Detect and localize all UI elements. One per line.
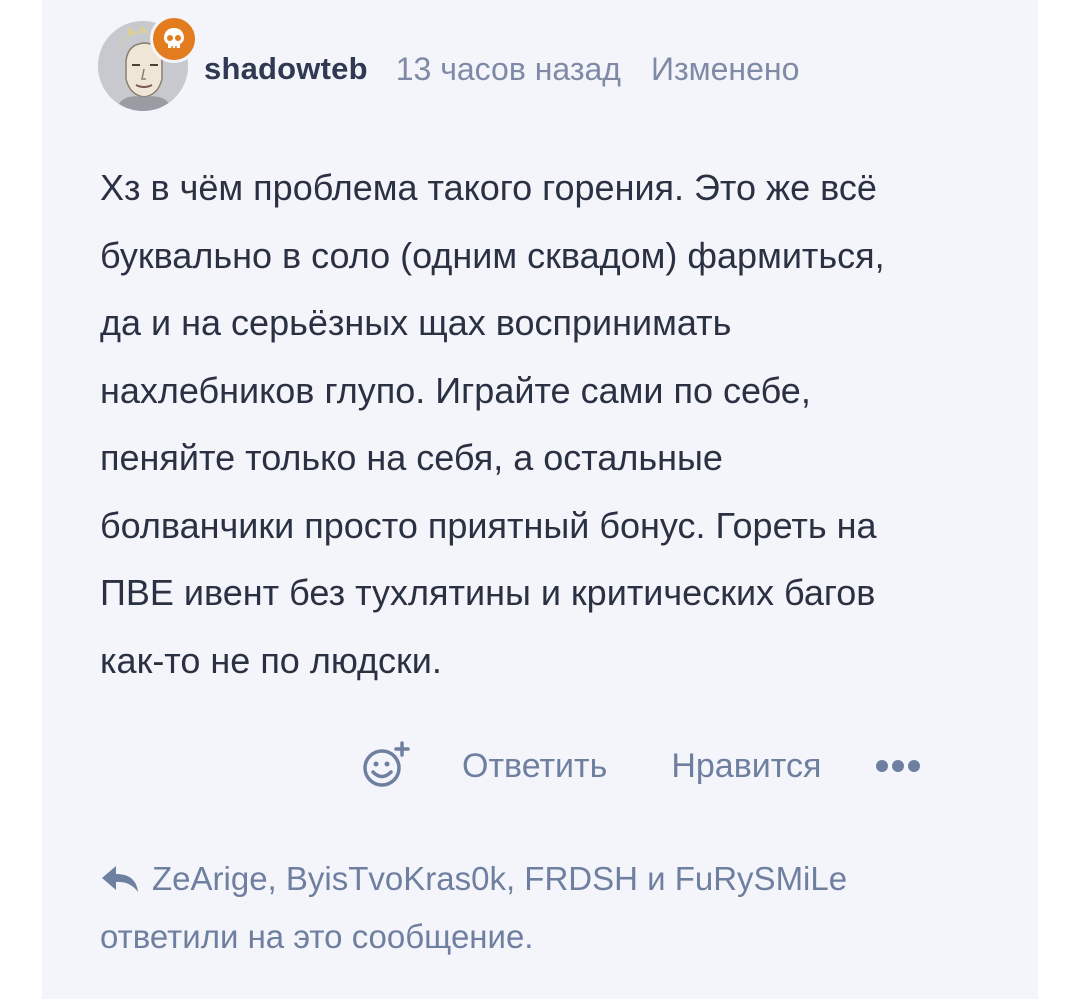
avatar-wrapper[interactable]: [98, 15, 198, 111]
comment-text: Хз в чём проблема такого горения. Это же…: [100, 167, 885, 681]
more-options-button[interactable]: [875, 756, 921, 776]
replies-summary[interactable]: ZeArige, ByisTvoKras0k, FRDSH и FuRySMiL…: [100, 850, 980, 966]
skull-icon: [164, 28, 184, 48]
skull-badge: [150, 15, 198, 63]
author-username[interactable]: shadowteb: [204, 51, 368, 87]
comment-actions: Ответить Нравится: [360, 738, 921, 794]
replies-suffix: ответили на это сообщение.: [100, 918, 534, 955]
like-button[interactable]: Нравится: [671, 747, 821, 786]
reply-button[interactable]: Ответить: [462, 747, 607, 786]
more-dots-icon: [876, 760, 921, 772]
add-reaction-icon: [363, 741, 410, 787]
comment-header: shadowteb 13 часов назад Изменено: [98, 15, 799, 112]
add-reaction-button[interactable]: [360, 740, 412, 792]
reply-arrow-icon: [102, 866, 138, 892]
edited-label[interactable]: Изменено: [651, 51, 799, 88]
reply-authors[interactable]: ZeArige, ByisTvoKras0k, FRDSH и FuRySMiL…: [152, 860, 847, 897]
comment-timestamp[interactable]: 13 часов назад: [396, 51, 621, 88]
